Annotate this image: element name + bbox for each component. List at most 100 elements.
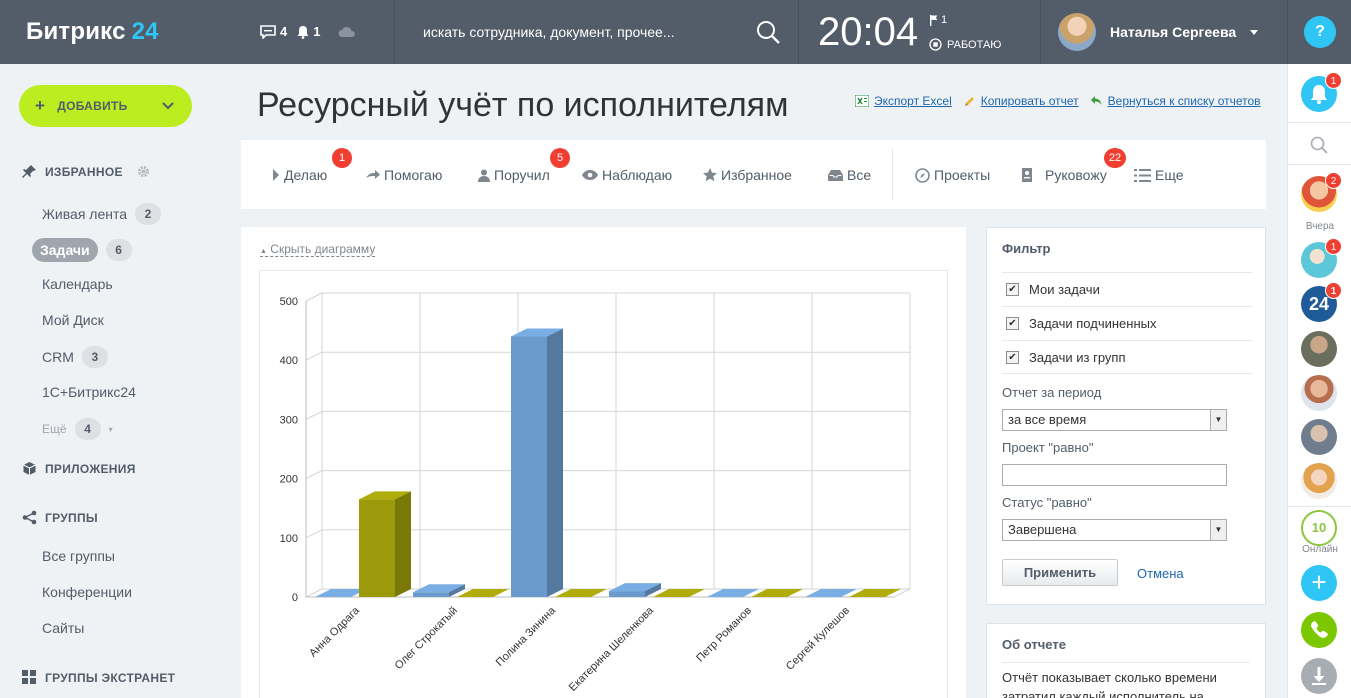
- sidebar-item-more[interactable]: Ещё 4 ▾: [42, 418, 113, 440]
- bar-front: [609, 591, 645, 597]
- chat-title: 24: [1308, 294, 1330, 314]
- sidebar-item-sites[interactable]: Сайты: [42, 620, 84, 636]
- apply-button[interactable]: Применить: [1002, 559, 1118, 586]
- logo[interactable]: Битрикс 24: [26, 18, 159, 46]
- tab-projects[interactable]: Проекты: [915, 167, 990, 183]
- project-label: Проект "равно": [1002, 440, 1094, 455]
- tab-label: Помогаю: [384, 167, 443, 183]
- sidebar-item-tasks[interactable]: Задачи 6: [32, 238, 132, 262]
- user-avatar[interactable]: [1301, 419, 1337, 455]
- notifications-button[interactable]: 1: [1301, 72, 1342, 112]
- clock[interactable]: 20:04: [818, 10, 918, 55]
- add-button[interactable]: + ДОБАВИТЬ: [19, 85, 192, 127]
- compass-icon: [915, 167, 930, 183]
- tab-more[interactable]: Еще: [1134, 167, 1184, 183]
- tab-label: Руковожу: [1045, 167, 1107, 183]
- checkbox[interactable]: ✔: [1006, 317, 1019, 330]
- star-icon: [703, 168, 717, 182]
- bitrix24-chat[interactable]: 24 1: [1301, 282, 1342, 322]
- export-excel-link[interactable]: Экспорт Excel: [855, 94, 952, 108]
- hide-chart-link[interactable]: ▲ Скрыть диаграмму: [260, 242, 376, 257]
- extranet-title[interactable]: ГРУППЫ ЭКСТРАНЕТ: [22, 670, 175, 685]
- x-tick-label: Олег Строкатый: [393, 605, 460, 672]
- download-button[interactable]: [1301, 658, 1337, 694]
- search-icon[interactable]: [756, 20, 780, 44]
- counter-badge: 6: [105, 239, 132, 261]
- gear-icon[interactable]: [137, 165, 150, 178]
- sidebar-item-disk[interactable]: Мой Диск: [42, 312, 104, 328]
- checkbox[interactable]: ✔: [1006, 350, 1019, 364]
- search-input[interactable]: искать сотрудника, документ, прочее...: [423, 24, 675, 40]
- sidebar-item-1c[interactable]: 1С+Битрикс24: [42, 384, 136, 400]
- tab-doing[interactable]: Делаю 1: [272, 148, 352, 183]
- triangle-up-icon: ▲: [260, 248, 267, 255]
- logo-number: 24: [131, 18, 159, 45]
- export-excel-label: Экспорт Excel: [874, 94, 952, 108]
- bar-top: [849, 589, 901, 597]
- y-tick-label: 200: [280, 474, 298, 486]
- cloud-icon[interactable]: [338, 26, 356, 38]
- tab-watching[interactable]: Наблюдаю: [582, 167, 672, 183]
- chat-avatar[interactable]: 2: [1301, 172, 1342, 212]
- user-avatar[interactable]: [1301, 375, 1337, 411]
- tab-all[interactable]: Все: [828, 167, 871, 183]
- sidebar-item-feed[interactable]: Живая лента 2: [42, 203, 162, 225]
- tab-helping[interactable]: Помогаю: [366, 167, 442, 183]
- sidebar-item-calendar[interactable]: Календарь: [42, 276, 113, 292]
- help-button[interactable]: ?: [1304, 16, 1336, 48]
- chevron-down-icon: ▾: [108, 424, 113, 434]
- project-input[interactable]: [1002, 464, 1227, 486]
- sidebar-item-label: Мой Диск: [42, 312, 104, 328]
- checkbox[interactable]: ✔: [1006, 283, 1019, 296]
- gridline: [305, 351, 323, 361]
- filter-check-my-tasks[interactable]: ✔ Мои задачи: [1002, 272, 1252, 306]
- counter-badge: 5: [550, 148, 570, 168]
- back-to-reports-link[interactable]: Вернуться к списку отчетов: [1090, 94, 1261, 108]
- groups-title[interactable]: ГРУППЫ: [22, 510, 98, 525]
- tab-assigned[interactable]: Поручил 5: [478, 148, 570, 183]
- work-status[interactable]: РАБОТАЮ: [929, 38, 1001, 51]
- filter-check-groups[interactable]: ✔ Задачи из групп: [1002, 340, 1252, 374]
- user-menu[interactable]: Наталья Сергеева: [1058, 13, 1259, 51]
- chart-panel: ▲ Скрыть диаграмму 0 100 200 300 400 500 Анна …: [241, 227, 966, 698]
- sidebar-item-conferences[interactable]: Конференции: [42, 584, 132, 600]
- online-counter[interactable]: 10: [1301, 510, 1337, 546]
- tab-label: Проекты: [934, 167, 991, 183]
- chat-avatar[interactable]: 1: [1301, 238, 1342, 278]
- call-button[interactable]: [1301, 612, 1337, 648]
- counter-badge: 1: [1325, 238, 1342, 255]
- sidebar-item-all-groups[interactable]: Все группы: [42, 548, 115, 564]
- about-title: Об отчете: [1002, 637, 1066, 652]
- apps-title[interactable]: ПРИЛОЖЕНИЯ: [22, 461, 136, 476]
- bell-icon: [297, 25, 309, 39]
- stop-icon: [929, 38, 942, 51]
- pencil-icon: [964, 96, 974, 106]
- eye-icon: [582, 170, 598, 180]
- sidebar-item-label: CRM: [42, 349, 74, 365]
- tab-supervising[interactable]: Руковожу 22: [1021, 148, 1126, 183]
- copy-report-link[interactable]: Копировать отчет: [963, 94, 1079, 108]
- tab-favorites[interactable]: Избранное: [703, 167, 792, 183]
- status-select[interactable]: Завершена ▼: [1002, 519, 1227, 541]
- x-tick-label: Сергей Кулешов: [784, 605, 852, 673]
- period-select[interactable]: за все время ▼: [1002, 409, 1227, 431]
- flag-counter[interactable]: 1: [930, 14, 947, 26]
- pin-icon: [22, 165, 36, 178]
- messages-counter[interactable]: 4: [260, 24, 287, 39]
- user-avatar[interactable]: [1301, 331, 1337, 367]
- cancel-link[interactable]: Отмена: [1137, 566, 1184, 581]
- tab-label: Избранное: [721, 167, 792, 183]
- share-icon: [22, 510, 37, 525]
- sidebar-item-crm[interactable]: CRM 3: [42, 346, 108, 368]
- filter-check-subordinates[interactable]: ✔ Задачи подчиненных: [1002, 306, 1252, 340]
- user-avatar[interactable]: [1301, 463, 1337, 499]
- top-header: Битрикс 24 4 1 искать сотрудника, докумен…: [0, 0, 1351, 64]
- favorites-title[interactable]: ИЗБРАННОЕ: [22, 164, 150, 179]
- search-icon[interactable]: [1310, 136, 1328, 154]
- gridline: [305, 410, 323, 420]
- tab-label: Делаю: [284, 167, 328, 183]
- yesterday-label: Вчера: [1305, 221, 1335, 232]
- sidebar-item-label: Живая лента: [42, 206, 128, 222]
- new-chat-button[interactable]: +: [1301, 565, 1337, 601]
- notifications-counter[interactable]: 1: [297, 24, 320, 39]
